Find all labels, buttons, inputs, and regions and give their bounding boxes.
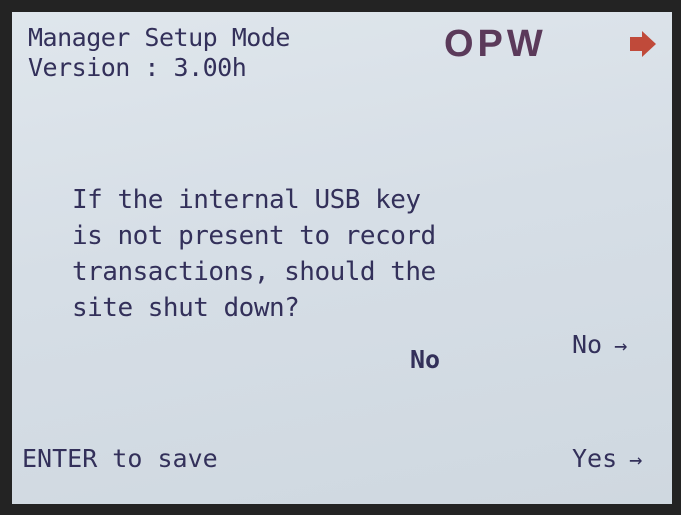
logo-text: OPW bbox=[444, 27, 547, 61]
arrow-right-icon: → bbox=[614, 334, 628, 359]
setup-question: If the internal USB key is not present t… bbox=[72, 182, 512, 326]
lcd-screen: Manager Setup Mode Version : 3.00h OPW I… bbox=[12, 12, 672, 504]
arrow-right-icon: → bbox=[629, 448, 643, 473]
current-value: No bbox=[410, 345, 441, 374]
option-no-label: No bbox=[572, 330, 603, 359]
option-no[interactable]: No → bbox=[572, 330, 627, 362]
question-line: is not present to record bbox=[72, 221, 436, 251]
question-line: If the internal USB key bbox=[72, 185, 421, 215]
question-line: site shut down? bbox=[72, 293, 300, 323]
question-line: transactions, should the bbox=[72, 257, 436, 287]
logo-arrow-icon bbox=[630, 31, 656, 57]
enter-save-hint: ENTER to save bbox=[22, 444, 218, 473]
option-yes[interactable]: Yes → bbox=[572, 444, 642, 476]
option-yes-label: Yes bbox=[572, 444, 618, 473]
opw-logo: OPW bbox=[444, 27, 656, 61]
version-label: Version : 3.00h bbox=[28, 53, 247, 82]
mode-title: Manager Setup Mode bbox=[28, 23, 290, 52]
